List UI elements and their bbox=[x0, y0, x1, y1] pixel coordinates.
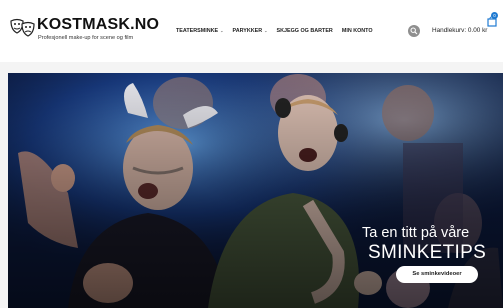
hero-subheading: SMINKETIPS bbox=[368, 242, 487, 263]
theatre-masks-icon bbox=[10, 18, 35, 37]
nav-item-label: MIN KONTO bbox=[341, 28, 373, 34]
nav-item-parykker[interactable]: PARYKKER ⌄ bbox=[233, 26, 268, 36]
nav-item-label: SKJEGG OG BARTER bbox=[276, 28, 333, 34]
cart-link[interactable]: Handlekurv: 0.00 kr bbox=[432, 25, 487, 37]
cart-count-badge: 0 bbox=[491, 12, 498, 19]
search-button[interactable] bbox=[408, 25, 420, 37]
nav-item-label: TEATERSMINKE bbox=[176, 28, 219, 34]
chevron-down-icon: ⌄ bbox=[220, 28, 224, 33]
nav-item-label: PARYKKER bbox=[232, 28, 263, 34]
nav-item-skjegg-og-barter[interactable]: SKJEGG OG BARTER bbox=[277, 26, 333, 36]
site-header: KOSTMASK.NO Profesjonell make-up for sce… bbox=[0, 0, 503, 62]
main-nav: TEATERSMINKE ⌄ PARYKKER ⌄ SKJEGG OG BART… bbox=[176, 26, 382, 36]
brand-tagline: Profesjonell make-up for scene og film bbox=[38, 35, 134, 41]
hero-heading: Ta en titt på våre bbox=[362, 225, 470, 241]
nav-item-min-konto[interactable]: MIN KONTO bbox=[342, 26, 373, 36]
chevron-down-icon: ⌄ bbox=[264, 28, 268, 33]
nav-item-teatersminke[interactable]: TEATERSMINKE ⌄ bbox=[176, 26, 224, 36]
brand-name: KOSTMASK.NO bbox=[37, 16, 160, 33]
site-logo[interactable]: KOSTMASK.NO Profesjonell make-up for sce… bbox=[9, 16, 159, 46]
hero-banner[interactable]: Ta en titt på våre SMINKETIPS Se sminkev… bbox=[8, 73, 503, 308]
sminkevideoer-button[interactable]: Se sminkevideoer bbox=[396, 266, 478, 283]
search-icon bbox=[410, 27, 418, 35]
